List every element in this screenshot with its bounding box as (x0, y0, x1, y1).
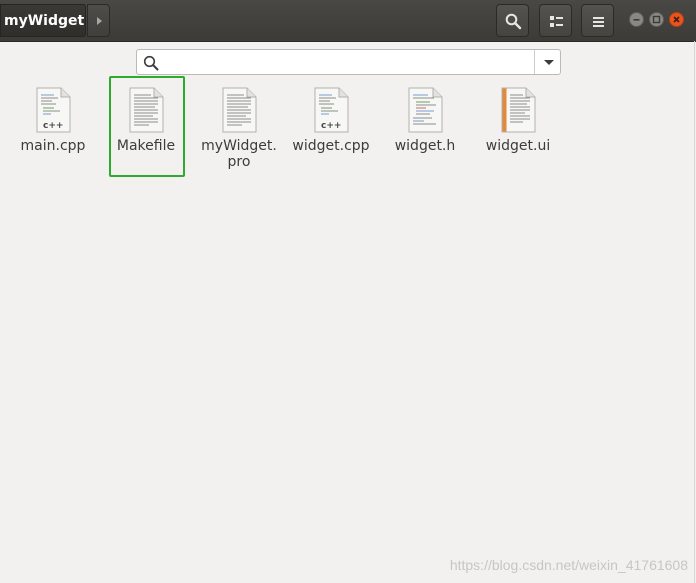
svg-text:c++: c++ (321, 121, 341, 131)
file-name: myWidget. pro (201, 138, 277, 170)
file-name: widget.h (394, 138, 456, 154)
cpp-file-icon: c++ (36, 87, 71, 133)
location-divider (534, 50, 535, 74)
scroll-edge (694, 41, 695, 583)
close-icon (669, 12, 684, 27)
view-toggle-icon (550, 16, 563, 27)
search-icon (505, 13, 522, 30)
file-name: Makefile (116, 138, 176, 154)
minimize-button[interactable] (629, 12, 644, 27)
text-file-icon (222, 87, 257, 133)
svg-text:c++: c++ (43, 121, 63, 131)
header-file-icon (408, 87, 443, 133)
search-button[interactable] (496, 4, 529, 37)
maximize-icon (649, 12, 664, 27)
location-entry[interactable] (136, 49, 561, 75)
file-name: main.cpp (20, 138, 86, 154)
menu-button[interactable] (581, 4, 614, 37)
text-file-icon (129, 87, 164, 133)
close-button[interactable] (669, 12, 684, 27)
watermark: https://blog.csdn.net/weixin_41761608 (449, 557, 688, 573)
path-forward-arrow-icon[interactable] (87, 4, 110, 37)
minimize-icon (629, 12, 644, 27)
file-name: widget.cpp (292, 138, 370, 154)
path-button-mywidget[interactable]: myWidget (0, 4, 86, 37)
cpp-file-icon: c++ (314, 87, 349, 133)
file-name: widget.ui (485, 138, 551, 154)
chevron-down-icon[interactable] (544, 60, 554, 65)
ui-file-icon (501, 87, 536, 133)
view-toggle-button[interactable] (539, 4, 572, 37)
search-icon (143, 55, 159, 71)
header-bar: myWidget (0, 0, 696, 42)
maximize-button[interactable] (649, 12, 664, 27)
menu-icon (593, 17, 604, 27)
